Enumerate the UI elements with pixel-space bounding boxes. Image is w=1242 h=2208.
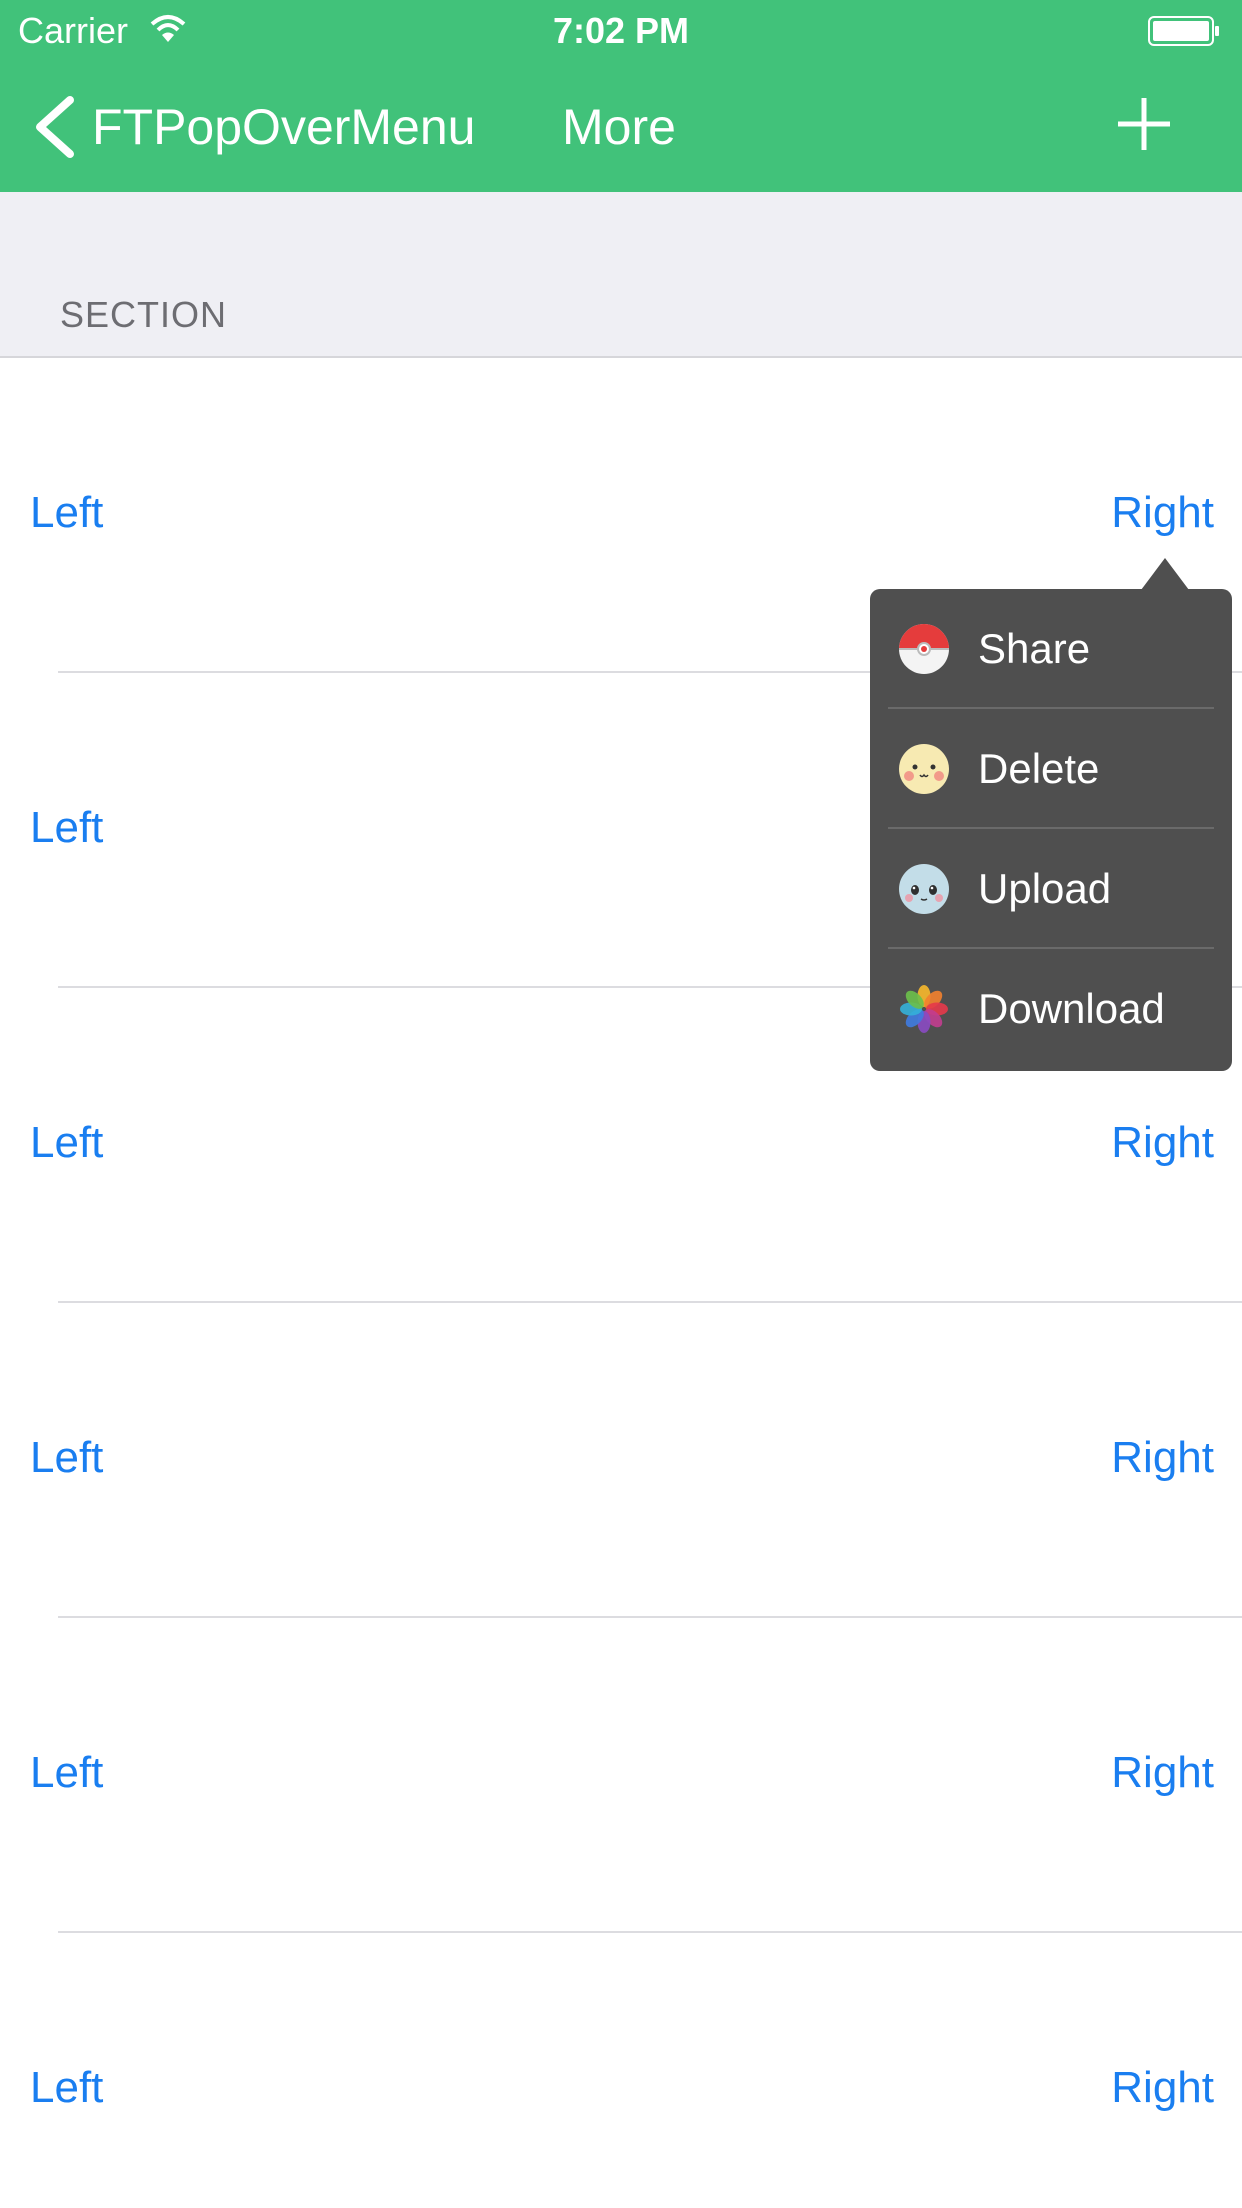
squirtle-face-icon xyxy=(899,864,949,914)
left-button[interactable]: Left xyxy=(30,1433,103,1483)
status-bar: Carrier 7:02 PM xyxy=(0,0,1242,60)
left-button[interactable]: Left xyxy=(30,1118,103,1168)
back-button[interactable]: FTPopOverMenu xyxy=(92,98,475,156)
navigation-bar: Carrier 7:02 PM FTPopOverMenu More xyxy=(0,0,1242,192)
nav-title: More xyxy=(562,99,676,155)
menu-item-share[interactable]: Share xyxy=(888,589,1214,709)
pokeball-icon xyxy=(899,624,949,674)
menu-item-label: Delete xyxy=(978,745,1100,792)
right-button[interactable]: Right xyxy=(1111,2063,1214,2113)
menu-item-label: Download xyxy=(978,985,1165,1032)
left-button[interactable]: Left xyxy=(30,488,103,538)
table-row[interactable]: Left Right xyxy=(0,1303,1242,1618)
right-button[interactable]: Right xyxy=(1111,1118,1214,1168)
battery-icon xyxy=(1148,16,1219,46)
left-button[interactable]: Left xyxy=(30,2063,103,2113)
section-header-band: SECTION xyxy=(0,192,1242,358)
popover-menu: Share Delete Upload Download xyxy=(870,589,1232,1071)
right-button[interactable]: Right xyxy=(1111,1433,1214,1483)
table-row[interactable]: Left Right xyxy=(0,1933,1242,2208)
add-icon[interactable] xyxy=(1116,96,1172,152)
menu-item-label: Upload xyxy=(978,865,1112,912)
menu-item-label: Share xyxy=(978,625,1091,672)
menu-item-download[interactable]: Download xyxy=(888,949,1214,1069)
right-button[interactable]: Right xyxy=(1111,1748,1214,1798)
photos-flower-icon xyxy=(900,985,948,1033)
table-row[interactable]: Left Right xyxy=(0,1618,1242,1933)
back-chevron-icon[interactable] xyxy=(30,94,78,160)
menu-item-delete[interactable]: Delete xyxy=(888,709,1214,829)
status-time: 7:02 PM xyxy=(552,10,690,51)
right-button[interactable]: Right xyxy=(1111,488,1214,538)
pikachu-face-icon xyxy=(899,744,949,794)
left-button[interactable]: Left xyxy=(30,1748,103,1798)
section-header: SECTION xyxy=(60,294,228,335)
popover-arrow xyxy=(1141,558,1189,590)
menu-item-upload[interactable]: Upload xyxy=(888,829,1214,949)
left-button[interactable]: Left xyxy=(30,803,103,853)
